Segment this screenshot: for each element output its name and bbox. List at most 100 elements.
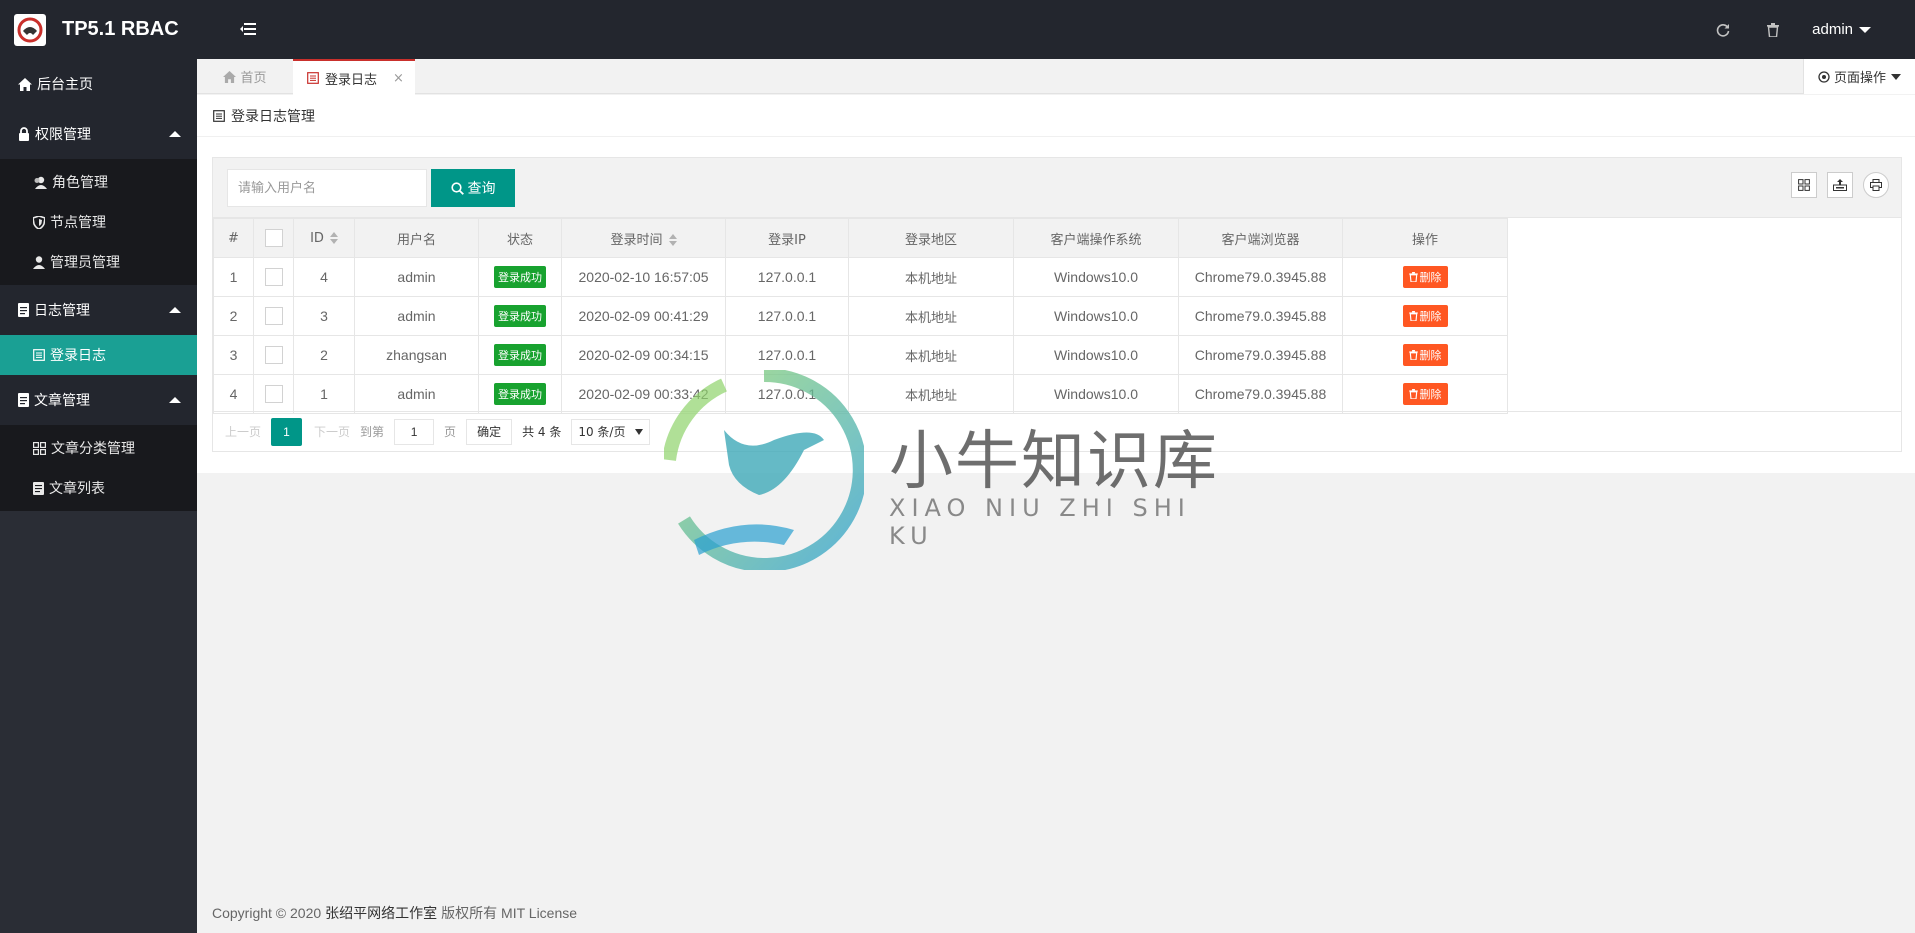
- trash-icon: [1408, 272, 1418, 282]
- goto-page-input[interactable]: [394, 418, 435, 445]
- column-header: 状态: [478, 218, 562, 258]
- tab-login-log[interactable]: 登录日志 ×: [293, 59, 415, 95]
- login-log-table: # ID 用户名 状态 登录时间 登录IP 登录地区 客户端操作系统 客户端浏览…: [213, 218, 1508, 414]
- page-operations-dropdown[interactable]: 页面操作: [1803, 59, 1915, 94]
- status-badge: 登录成功: [494, 344, 546, 366]
- column-filter-icon[interactable]: [1791, 172, 1817, 198]
- sort-icon[interactable]: [329, 232, 338, 244]
- cell-action: 删除: [1342, 296, 1508, 336]
- row-select[interactable]: [253, 374, 294, 414]
- search-input[interactable]: [227, 169, 427, 207]
- sidebar-submenu-logs: 登录日志: [0, 335, 197, 375]
- user-menu[interactable]: admin: [1798, 0, 1915, 59]
- table-row: 4 1 admin 登录成功 2020-02-09 00:33:42 127.0…: [213, 374, 1508, 414]
- goto-confirm-button[interactable]: 确定: [466, 418, 513, 445]
- search-button[interactable]: 查询: [431, 169, 515, 207]
- sidebar-item-home[interactable]: 后台主页: [0, 59, 197, 109]
- main-content: 登录日志管理 查询 # ID 用户名: [197, 95, 1915, 473]
- search-icon: [450, 181, 464, 195]
- export-icon[interactable]: [1827, 172, 1853, 198]
- sidebar-item-label: 角色管理: [52, 175, 108, 191]
- cell-ip: 127.0.0.1: [725, 257, 849, 297]
- sidebar-item-admins[interactable]: 管理员管理: [0, 242, 197, 282]
- file-icon: [18, 303, 29, 317]
- page-ops-label: 页面操作: [1833, 71, 1886, 86]
- sidebar-item-nodes[interactable]: 节点管理: [0, 202, 197, 242]
- close-icon[interactable]: ×: [393, 71, 404, 86]
- sidebar: 后台主页 权限管理 角色管理 节点管理 管理员管理 日志管理 登录日志 文章管理…: [0, 59, 197, 933]
- row-select[interactable]: [253, 335, 294, 375]
- menu-toggle-icon[interactable]: [236, 16, 260, 42]
- sidebar-group-label: 日志管理: [34, 303, 90, 319]
- row-checkbox[interactable]: [264, 268, 283, 287]
- app-title: TP5.1 RBAC: [62, 18, 179, 40]
- watermark-subtitle: XIAO NIU ZHI SHI KU: [889, 494, 1191, 550]
- chevron-up-icon: [169, 397, 181, 403]
- delete-button[interactable]: 删除: [1402, 383, 1448, 405]
- delete-button[interactable]: 删除: [1402, 266, 1448, 288]
- cell-time: 2020-02-09 00:33:42: [561, 374, 726, 414]
- sidebar-item-label: 管理员管理: [50, 255, 120, 271]
- cell-username: admin: [354, 296, 479, 336]
- cell-region: 本机地址: [848, 257, 1014, 297]
- logo[interactable]: TP5.1 RBAC: [0, 0, 197, 59]
- sidebar-submenu-articles: 文章分类管理 文章列表: [0, 425, 197, 511]
- column-header: 登录IP: [725, 218, 849, 258]
- row-checkbox[interactable]: [264, 346, 283, 365]
- cell-action: 删除: [1342, 374, 1508, 414]
- sidebar-group-logs[interactable]: 日志管理: [0, 285, 197, 335]
- row-select[interactable]: [253, 257, 294, 297]
- delete-button[interactable]: 删除: [1402, 305, 1448, 327]
- log-icon: [33, 349, 45, 361]
- username: admin: [1812, 21, 1853, 38]
- status-badge: 登录成功: [494, 383, 546, 405]
- target-icon: [1818, 70, 1830, 83]
- current-page-button[interactable]: 1: [271, 417, 303, 446]
- tab-label: 首页: [240, 71, 267, 86]
- copyright-text: Copyright © 2020: [212, 904, 322, 921]
- sidebar-item-article-list[interactable]: 文章列表: [0, 468, 197, 508]
- column-header-select[interactable]: [253, 218, 294, 258]
- cell-status: 登录成功: [478, 335, 562, 375]
- column-header: 客户端操作系统: [1013, 218, 1179, 258]
- sidebar-item-article-categories[interactable]: 文章分类管理: [0, 428, 197, 468]
- sidebar-item-label: 文章列表: [49, 481, 105, 497]
- row-checkbox[interactable]: [264, 307, 283, 326]
- trash-icon[interactable]: [1748, 0, 1798, 59]
- top-header: TP5.1 RBAC admin: [0, 0, 1915, 59]
- column-header-time[interactable]: 登录时间: [561, 218, 726, 258]
- cell-time: 2020-02-09 00:41:29: [561, 296, 726, 336]
- next-page-button[interactable]: 下一页: [314, 423, 350, 440]
- select-all-checkbox[interactable]: [264, 229, 283, 247]
- delete-label: 删除: [1419, 310, 1442, 323]
- sort-icon[interactable]: [668, 234, 677, 246]
- sidebar-group-permissions[interactable]: 权限管理: [0, 109, 197, 159]
- row-checkbox[interactable]: [264, 385, 283, 404]
- owner-link[interactable]: 张绍平网络工作室: [325, 903, 437, 923]
- page-size-select[interactable]: 10 条/页: [571, 418, 651, 445]
- footer: Copyright © 2020 张绍平网络工作室 版权所有 MIT Licen…: [197, 892, 1915, 933]
- column-header-id[interactable]: ID: [293, 218, 355, 258]
- sidebar-item-roles[interactable]: 角色管理: [0, 162, 197, 202]
- refresh-icon[interactable]: [1698, 0, 1748, 59]
- print-icon[interactable]: [1863, 172, 1889, 198]
- log-icon: [307, 72, 319, 84]
- user-icon: [33, 255, 45, 269]
- row-select[interactable]: [253, 296, 294, 336]
- caret-down-icon: [1891, 73, 1901, 80]
- cell-browser: Chrome79.0.3945.88: [1178, 374, 1343, 414]
- cell-username: zhangsan: [354, 335, 479, 375]
- cell-status: 登录成功: [478, 257, 562, 297]
- column-header: #: [213, 218, 254, 258]
- prev-page-button[interactable]: 上一页: [225, 423, 261, 440]
- chevron-up-icon: [169, 131, 181, 137]
- column-header: 操作: [1342, 218, 1508, 258]
- sidebar-item-login-log[interactable]: 登录日志: [0, 335, 197, 375]
- page-unit-label: 页: [444, 425, 457, 439]
- sidebar-group-articles[interactable]: 文章管理: [0, 375, 197, 425]
- cell-action: 删除: [1342, 335, 1508, 375]
- delete-button[interactable]: 删除: [1402, 344, 1448, 366]
- sidebar-group-label: 文章管理: [34, 393, 90, 409]
- tab-home[interactable]: 首页: [197, 59, 293, 94]
- tab-label: 登录日志: [325, 72, 378, 88]
